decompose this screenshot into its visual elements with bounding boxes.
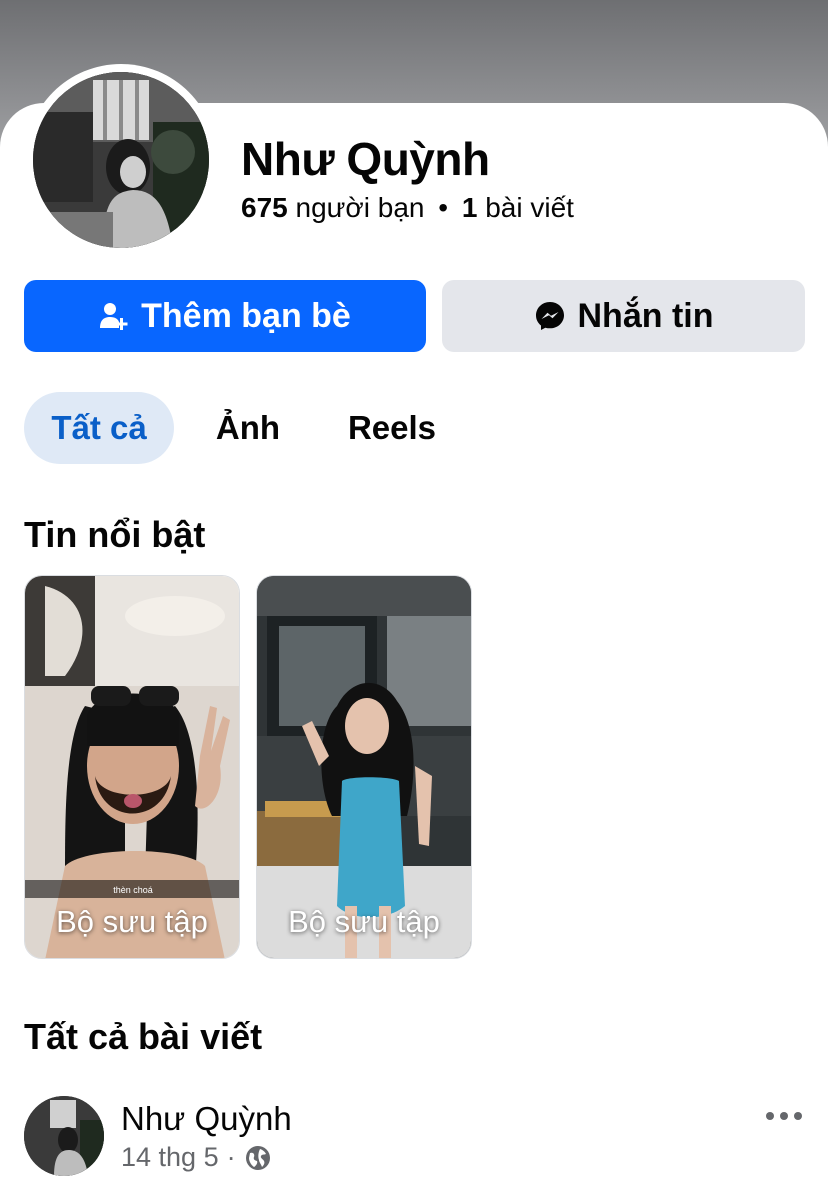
globe-icon (245, 1145, 270, 1170)
friends-label[interactable]: người bạn (296, 192, 425, 223)
tab-all[interactable]: Tất cả (24, 392, 174, 464)
profile-avatar[interactable] (33, 72, 209, 248)
highlights-title: Tin nổi bật (24, 514, 206, 555)
post-meta: 14 thg 5 · (121, 1142, 272, 1173)
profile-name: Như Quỳnh (241, 133, 490, 185)
post-author-avatar[interactable] (24, 1096, 104, 1176)
tab-photos[interactable]: Ảnh (196, 392, 300, 464)
tab-reels[interactable]: Reels (328, 392, 456, 464)
highlight-label: Bộ sưu tập (288, 904, 440, 939)
add-friend-icon (100, 303, 128, 330)
add-friend-label: Thêm bạn bè (141, 296, 351, 335)
post-date[interactable]: 14 thg 5 (121, 1142, 219, 1173)
post-author-name[interactable]: Như Quỳnh (121, 1100, 292, 1138)
add-friend-button[interactable]: Thêm bạn bè (24, 280, 426, 352)
highlight-card[interactable]: Bộ sưu tập (256, 575, 472, 959)
posts-title: Tất cả bài viết (24, 1016, 263, 1057)
more-dot (780, 1112, 788, 1120)
posts-count: 1 (461, 192, 478, 223)
post-meta-separator: · (226, 1142, 236, 1172)
stats-separator: • (438, 192, 449, 223)
highlight-card[interactable]: thèn choá Bộ sưu tập (24, 575, 240, 959)
story-caption: thèn choá (113, 885, 153, 895)
more-icon[interactable] (766, 1102, 802, 1130)
posts-label: bài viết (485, 192, 574, 223)
more-dot (794, 1112, 802, 1120)
profile-stats: 675 người bạn • 1 bài viết (241, 192, 574, 224)
message-label: Nhắn tin (577, 296, 714, 335)
more-dot (766, 1112, 774, 1120)
message-button[interactable]: Nhắn tin (442, 280, 805, 352)
friends-count[interactable]: 675 (241, 192, 288, 223)
highlight-thumbnail (257, 576, 471, 958)
highlight-label: Bộ sưu tập (56, 904, 208, 939)
highlight-thumbnail: thèn choá (25, 576, 239, 958)
messenger-icon (535, 302, 564, 330)
